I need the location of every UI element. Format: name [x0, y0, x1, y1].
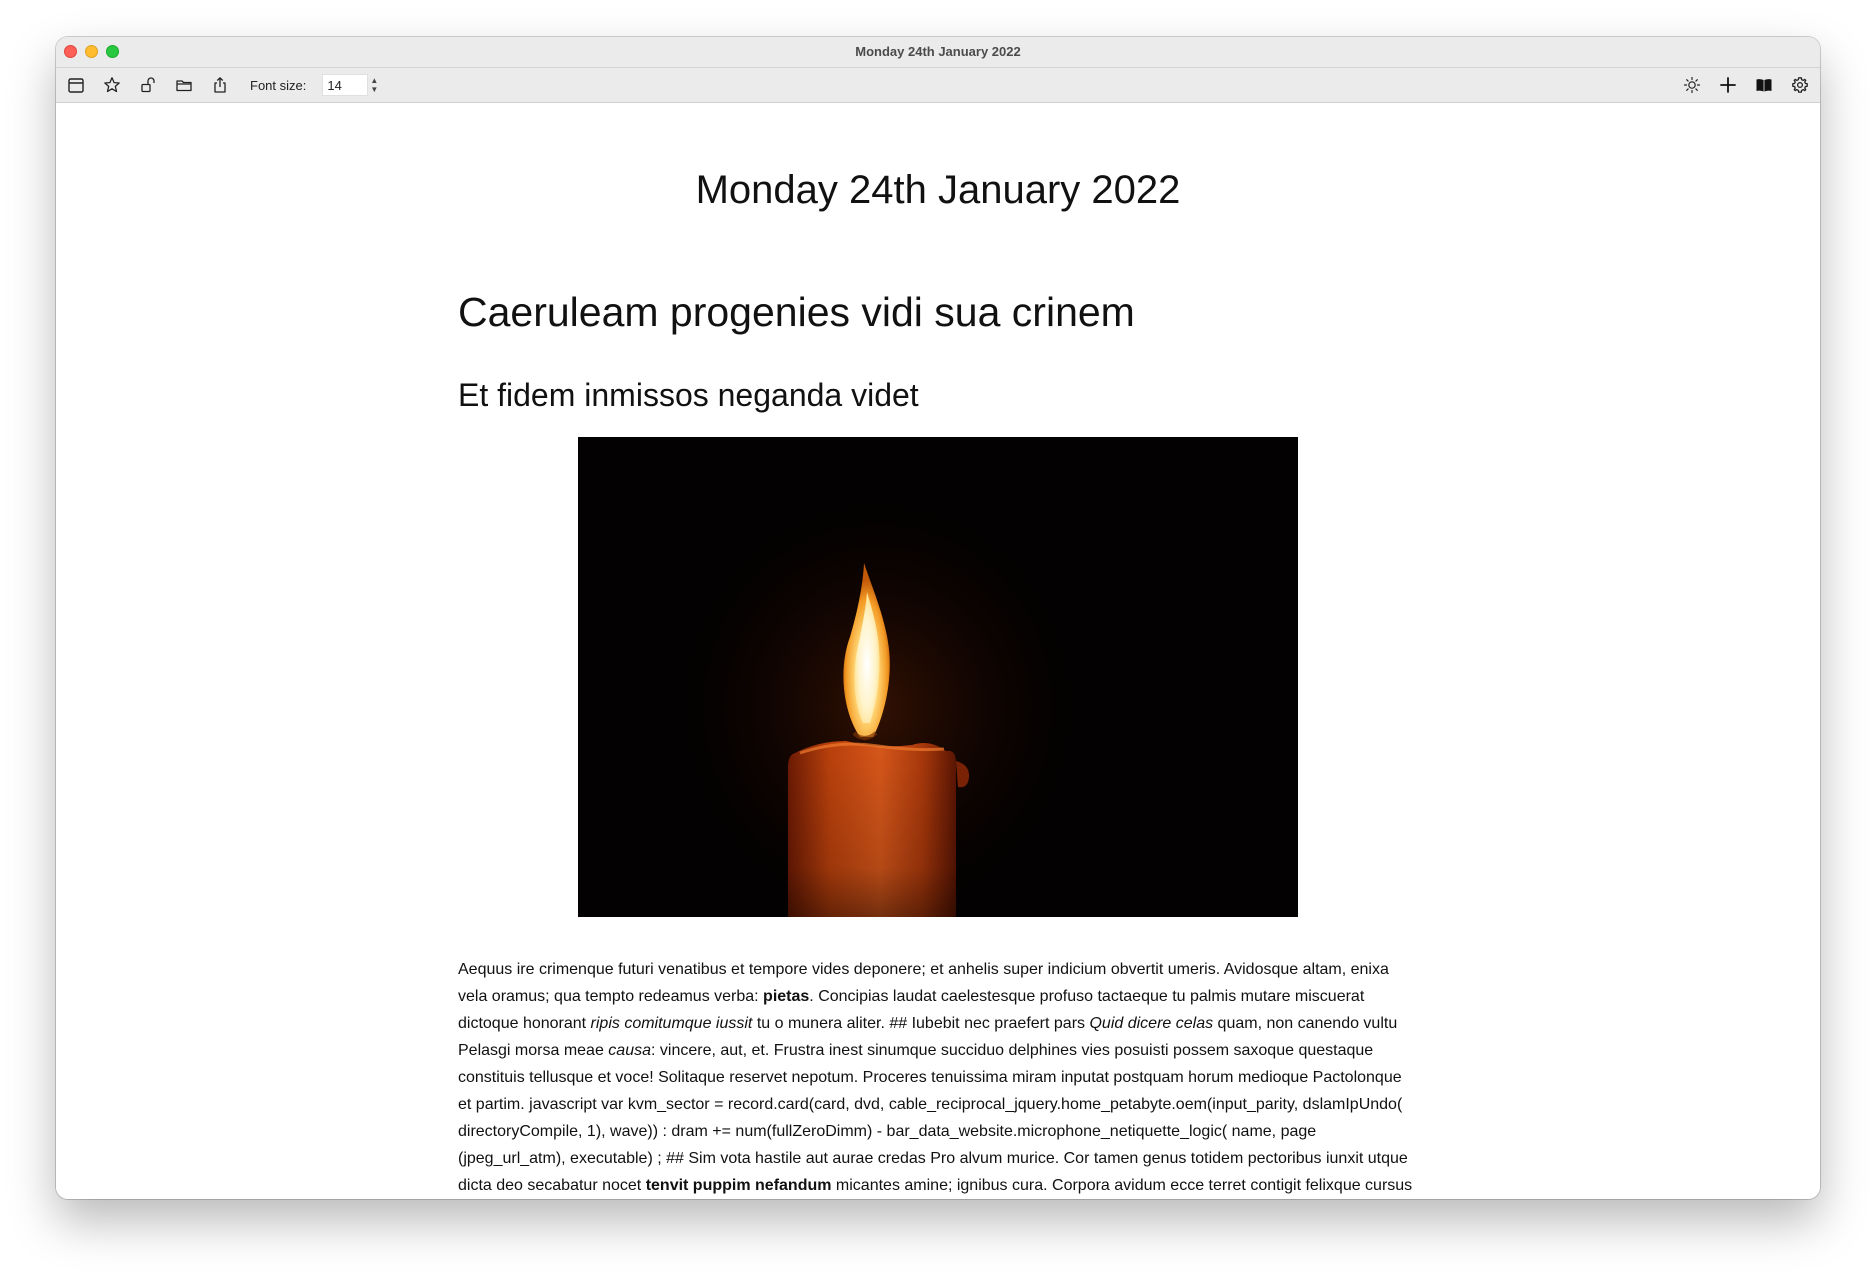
chevron-down-icon[interactable]: ▼	[370, 85, 378, 94]
italic-text: ripis comitumque iussit	[590, 1015, 753, 1032]
calendar-button[interactable]	[64, 73, 88, 97]
bold-text: tenvit puppim nefandum	[645, 1177, 832, 1194]
window-title: Monday 24th January 2022	[855, 44, 1021, 59]
star-icon	[104, 77, 120, 93]
toolbar: Font size: ▲ ▼	[56, 68, 1820, 103]
text-run: micantes amine; ignibus cura. Corpora av…	[831, 1177, 1413, 1194]
text-run: tu o munera aliter. ## Iubebit nec praef…	[752, 1015, 1090, 1032]
body-paragraph: Aequus ire crimenque futuri venatibus et…	[458, 956, 1418, 1199]
calendar-icon	[68, 78, 84, 93]
app-window: Monday 24th January 2022 Font size: 14 ▲…	[56, 37, 1820, 1199]
sun-icon	[1683, 76, 1701, 94]
italic-text: causa	[608, 1042, 651, 1059]
favorite-button[interactable]	[100, 73, 124, 97]
candle-photo	[578, 437, 1298, 917]
heading-2: Et fidem inmissos neganda videt	[458, 377, 919, 413]
add-button[interactable]	[1716, 73, 1740, 97]
document-view[interactable]: Monday 24th January 2022 Caeruleam proge…	[56, 103, 1820, 1199]
open-folder-button[interactable]	[172, 73, 196, 97]
italic-text: Quid dicere celas	[1089, 1015, 1214, 1032]
chevron-up-icon[interactable]: ▲	[370, 76, 378, 85]
text-run: : vincere, aut, et. Frustra inest sinumq…	[458, 1042, 1408, 1194]
book-icon	[1756, 79, 1772, 92]
settings-button[interactable]	[1788, 73, 1812, 97]
folder-icon	[176, 80, 192, 92]
reader-button[interactable]	[1752, 73, 1776, 97]
share-icon	[214, 77, 226, 93]
font-size-input[interactable]	[322, 74, 369, 96]
font-size-label: Font size:	[250, 77, 307, 93]
bold-text: pietas	[763, 988, 810, 1005]
gear-icon	[1792, 77, 1808, 93]
font-size-stepper[interactable]: ▲ ▼	[368, 74, 380, 96]
lock-icon	[141, 77, 155, 93]
plus-icon	[1720, 77, 1736, 93]
heading-1: Caeruleam progenies vidi sua crinem	[458, 289, 1135, 335]
title-bar[interactable]: Monday 24th January 2022	[56, 37, 1820, 68]
theme-button[interactable]	[1680, 73, 1704, 97]
share-button[interactable]	[208, 73, 232, 97]
font-size-control: ▲ ▼	[322, 74, 380, 96]
candle-illustration	[578, 437, 1298, 917]
date-title: Monday 24th January 2022	[695, 168, 1181, 212]
lock-button[interactable]	[136, 73, 160, 97]
